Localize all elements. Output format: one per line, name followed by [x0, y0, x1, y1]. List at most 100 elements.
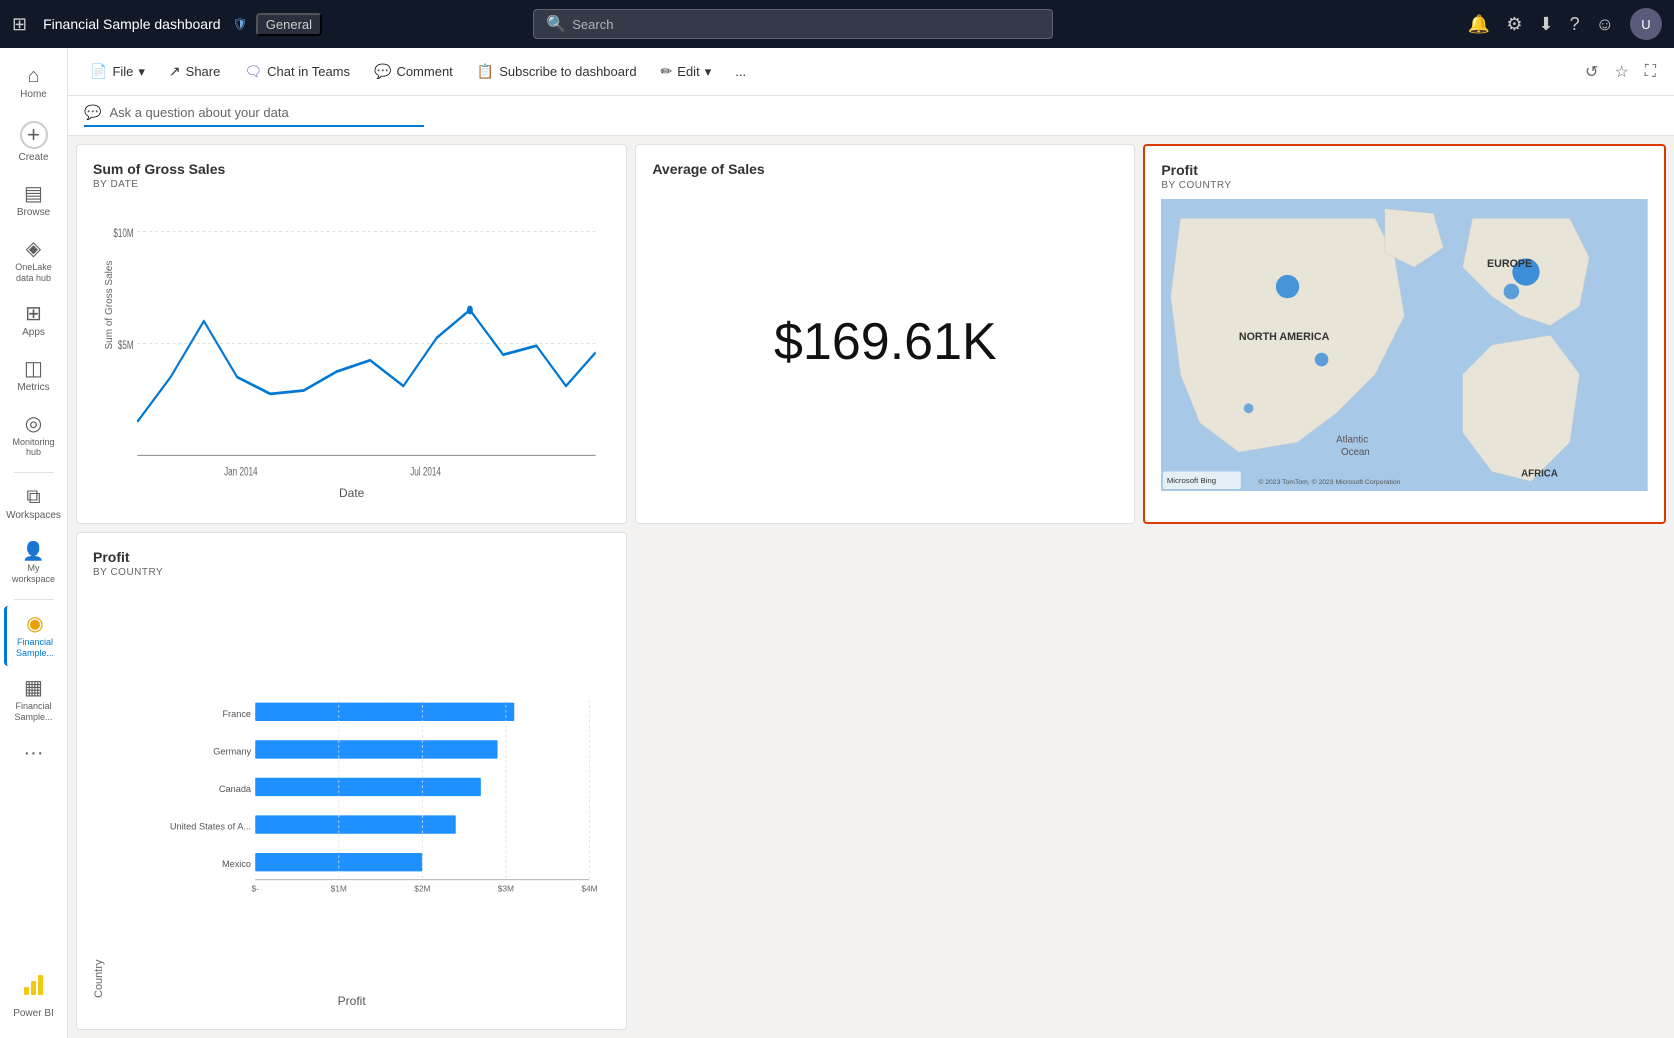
help-icon[interactable]: ?: [1570, 14, 1580, 35]
sidebar-item-metrics[interactable]: ◫ Metrics: [4, 351, 64, 402]
nav-icon-group: 🔔 ⚙ ⬇ ? ☺ U: [1468, 8, 1662, 40]
browse-icon: ▤: [24, 184, 43, 204]
shield-icon: 🛡: [233, 17, 248, 31]
search-icon: 🔍: [546, 14, 566, 34]
sidebar-item-create[interactable]: + Create: [4, 113, 64, 172]
map-svg: NORTH AMERICA EUROPE Atlantic Ocean AFRI…: [1161, 199, 1648, 491]
home-icon: ⌂: [27, 66, 39, 86]
svg-text:$-: $-: [252, 883, 260, 893]
profit-bar-card: Profit BY COUNTRY Country France Germany…: [76, 532, 627, 1030]
bar-y-axis-label: Country: [93, 586, 105, 998]
svg-text:$5M: $5M: [118, 340, 134, 353]
avatar[interactable]: U: [1630, 8, 1662, 40]
search-input[interactable]: [572, 17, 1040, 32]
svg-text:Canada: Canada: [219, 784, 252, 794]
nav-title: Financial Sample dashboard: [43, 16, 220, 32]
sidebar-divider-2: [14, 599, 54, 600]
sidebar-item-powerbi[interactable]: Power BI: [4, 963, 64, 1028]
svg-text:France: France: [222, 709, 251, 719]
main-layout: ⌂ Home + Create ▤ Browse ◈ OneLakedata h…: [0, 48, 1674, 1038]
svg-text:NORTH AMERICA: NORTH AMERICA: [1239, 331, 1330, 343]
gross-sales-title: Sum of Gross Sales: [93, 161, 610, 177]
sidebar-item-apps[interactable]: ⊞ Apps: [4, 296, 64, 347]
sidebar-item-financial1[interactable]: ◉ FinancialSample...: [4, 606, 64, 667]
svg-text:$4M: $4M: [581, 883, 597, 893]
search-bar: 🔍: [533, 9, 1053, 39]
line-chart-svg: $10M $5M Jan 2014 Jul 2014: [93, 198, 610, 489]
svg-text:EUROPE: EUROPE: [1487, 258, 1532, 270]
powerbi-icon: [20, 971, 48, 1005]
more-options-button[interactable]: ...: [725, 58, 756, 85]
ask-question-input-area[interactable]: 💬 Ask a question about your data: [84, 104, 424, 127]
ask-bar: 💬 Ask a question about your data: [68, 96, 1674, 136]
fullscreen-button[interactable]: ⛶: [1639, 57, 1662, 87]
edit-button[interactable]: ✏ Edit ▾: [651, 57, 722, 86]
myworkspace-icon: 👤: [22, 542, 44, 560]
svg-text:Jan 2014: Jan 2014: [224, 466, 258, 479]
avg-sales-card: Average of Sales $169.61K: [635, 144, 1135, 524]
sidebar-item-more[interactable]: ···: [4, 735, 64, 771]
share-icon: ↗: [169, 63, 181, 80]
edit-icon: ✏: [661, 63, 673, 80]
sidebar-item-myworkspace[interactable]: 👤 Myworkspace: [4, 534, 64, 593]
sidebar-item-browse[interactable]: ▤ Browse: [4, 176, 64, 227]
grid-icon[interactable]: ⊞: [12, 14, 27, 35]
sidebar-item-home[interactable]: ⌂ Home: [4, 58, 64, 109]
financial2-icon: ▦: [24, 678, 43, 698]
dashboard: Sum of Gross Sales BY DATE Sum of Gross …: [68, 136, 1674, 1038]
download-icon[interactable]: ⬇: [1538, 14, 1553, 35]
y-axis-label: Sum of Gross Sales: [104, 260, 115, 349]
feedback-icon[interactable]: ☺: [1596, 14, 1614, 35]
financial1-icon: ◉: [26, 614, 43, 634]
monitoring-icon: ◎: [25, 414, 42, 434]
comment-icon: 💬: [374, 63, 391, 80]
toolbar: 📄 File ▾ ↗ Share 🗨 Chat in Teams 💬 Comme…: [68, 48, 1674, 96]
svg-text:$1M: $1M: [331, 883, 347, 893]
svg-text:Atlantic: Atlantic: [1337, 434, 1369, 445]
share-button[interactable]: ↗ Share: [159, 57, 230, 86]
content-area: 📄 File ▾ ↗ Share 🗨 Chat in Teams 💬 Comme…: [68, 48, 1674, 1038]
svg-text:© 2023 TomTom, © 2023 Microsof: © 2023 TomTom, © 2023 Microsoft Corporat…: [1259, 478, 1401, 486]
svg-text:Jul 2014: Jul 2014: [410, 466, 441, 479]
subscribe-icon: 📋: [477, 63, 494, 80]
svg-text:Microsoft Bing: Microsoft Bing: [1167, 476, 1216, 485]
sidebar-divider: [14, 472, 54, 473]
onelake-icon: ◈: [26, 239, 41, 259]
profit-bar-subtitle: BY COUNTRY: [93, 567, 610, 578]
svg-text:AFRICA: AFRICA: [1521, 468, 1558, 479]
edit-chevron: ▾: [705, 64, 712, 80]
gross-sales-card: Sum of Gross Sales BY DATE Sum of Gross …: [76, 144, 627, 524]
subscribe-button[interactable]: 📋 Subscribe to dashboard: [467, 57, 647, 86]
svg-text:Ocean: Ocean: [1341, 447, 1370, 458]
top-navbar: ⊞ Financial Sample dashboard 🛡 General 🔍…: [0, 0, 1674, 48]
workspaces-icon: ⧉: [26, 487, 40, 507]
svg-text:United States of A...: United States of A...: [170, 822, 251, 832]
profit-map-title: Profit: [1161, 162, 1648, 178]
create-icon: +: [20, 121, 48, 149]
sidebar-item-onelake[interactable]: ◈ OneLakedata hub: [4, 231, 64, 292]
notification-icon[interactable]: 🔔: [1468, 14, 1490, 35]
file-chevron: ▾: [138, 64, 145, 80]
sidebar-item-financial2[interactable]: ▦ FinancialSample...: [4, 670, 64, 731]
profit-bar-title: Profit: [93, 549, 610, 565]
gross-sales-subtitle: BY DATE: [93, 179, 610, 190]
settings-icon[interactable]: ⚙: [1506, 14, 1522, 35]
sidebar-item-monitoring[interactable]: ◎ Monitoringhub: [4, 406, 64, 467]
teams-icon: 🗨: [244, 63, 262, 80]
sidebar-item-workspaces[interactable]: ⧉ Workspaces: [4, 479, 64, 530]
profit-map-card: Profit BY COUNTRY: [1143, 144, 1666, 524]
chat-in-teams-button[interactable]: 🗨 Chat in Teams: [234, 57, 360, 86]
bar-chart-svg: France Germany Canada United States of A…: [109, 586, 610, 998]
ask-question-placeholder: Ask a question about your data: [109, 105, 288, 120]
toolbar-right: ↺ ☆ ⛶: [1579, 56, 1662, 88]
favorite-button[interactable]: ☆: [1608, 56, 1634, 88]
file-icon: 📄: [90, 63, 107, 80]
general-badge[interactable]: General: [256, 13, 322, 36]
refresh-button[interactable]: ↺: [1579, 56, 1604, 88]
comment-button[interactable]: 💬 Comment: [364, 57, 463, 86]
file-button[interactable]: 📄 File ▾: [80, 57, 155, 86]
more-icon: ···: [24, 743, 44, 763]
profit-map-subtitle: BY COUNTRY: [1161, 180, 1648, 191]
svg-text:$3M: $3M: [498, 883, 514, 893]
sidebar: ⌂ Home + Create ▤ Browse ◈ OneLakedata h…: [0, 48, 68, 1038]
